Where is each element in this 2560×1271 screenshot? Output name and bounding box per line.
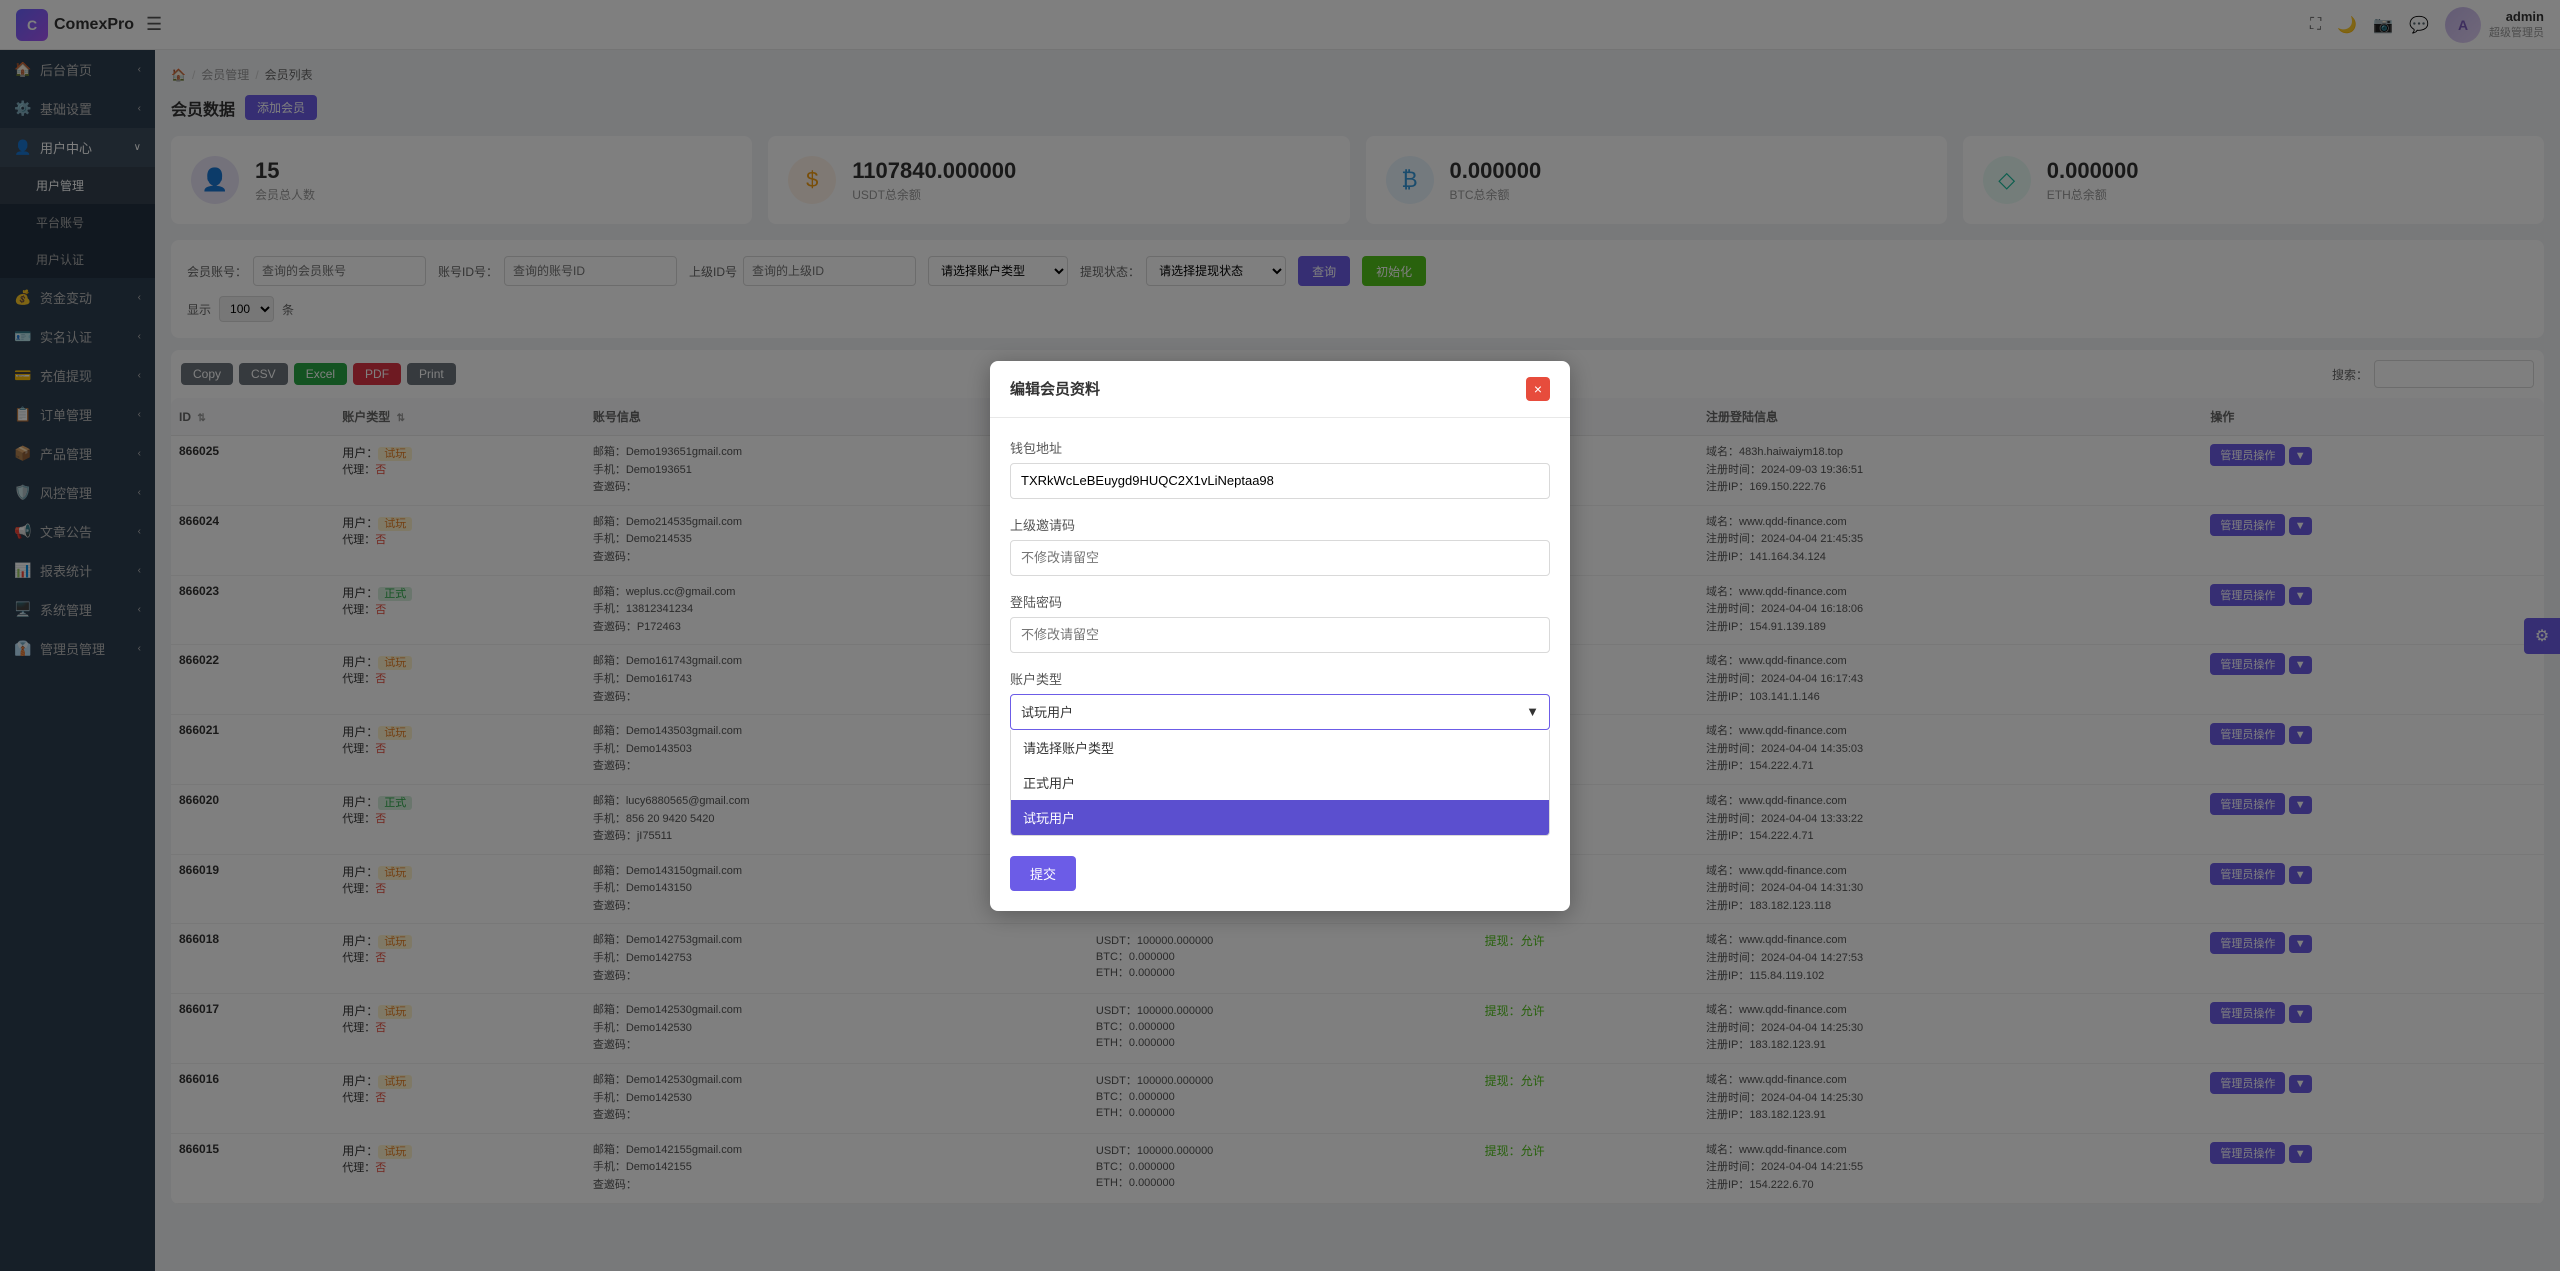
account-type-form-group: 账户类型 试玩用户 ▼ 请选择账户类型 正式用户 试玩用户: [1010, 669, 1550, 836]
modal-title: 编辑会员资料: [1010, 378, 1100, 399]
modal-overlay: 编辑会员资料 × 钱包地址 上级邀请码 登陆密码 账户类型 试玩用户: [0, 0, 2560, 1271]
invite-code-form-group: 上级邀请码: [1010, 515, 1550, 576]
dropdown-option-real[interactable]: 正式用户: [1011, 765, 1549, 800]
account-type-modal-select[interactable]: 试玩用户 ▼: [1010, 694, 1550, 730]
selected-account-type: 试玩用户: [1021, 702, 1073, 721]
modal-header: 编辑会员资料 ×: [990, 361, 1570, 418]
dropdown-option-trial[interactable]: 试玩用户: [1011, 800, 1549, 835]
invite-code-label: 上级邀请码: [1010, 515, 1550, 534]
dropdown-option-placeholder[interactable]: 请选择账户类型: [1011, 730, 1549, 765]
wallet-form-group: 钱包地址: [1010, 438, 1550, 499]
modal-body: 钱包地址 上级邀请码 登陆密码 账户类型 试玩用户 ▼: [990, 418, 1570, 911]
modal-close-button[interactable]: ×: [1526, 377, 1550, 401]
wallet-label: 钱包地址: [1010, 438, 1550, 457]
select-dropdown-arrow: ▼: [1526, 704, 1539, 719]
password-form-group: 登陆密码: [1010, 592, 1550, 653]
account-type-modal-label: 账户类型: [1010, 669, 1550, 688]
password-input[interactable]: [1010, 617, 1550, 653]
account-type-dropdown: 请选择账户类型 正式用户 试玩用户: [1010, 730, 1550, 836]
account-type-select-wrapper: 试玩用户 ▼: [1010, 694, 1550, 730]
submit-button[interactable]: 提交: [1010, 856, 1076, 891]
password-label: 登陆密码: [1010, 592, 1550, 611]
wallet-input[interactable]: [1010, 463, 1550, 499]
edit-member-modal: 编辑会员资料 × 钱包地址 上级邀请码 登陆密码 账户类型 试玩用户: [990, 361, 1570, 911]
invite-code-input[interactable]: [1010, 540, 1550, 576]
